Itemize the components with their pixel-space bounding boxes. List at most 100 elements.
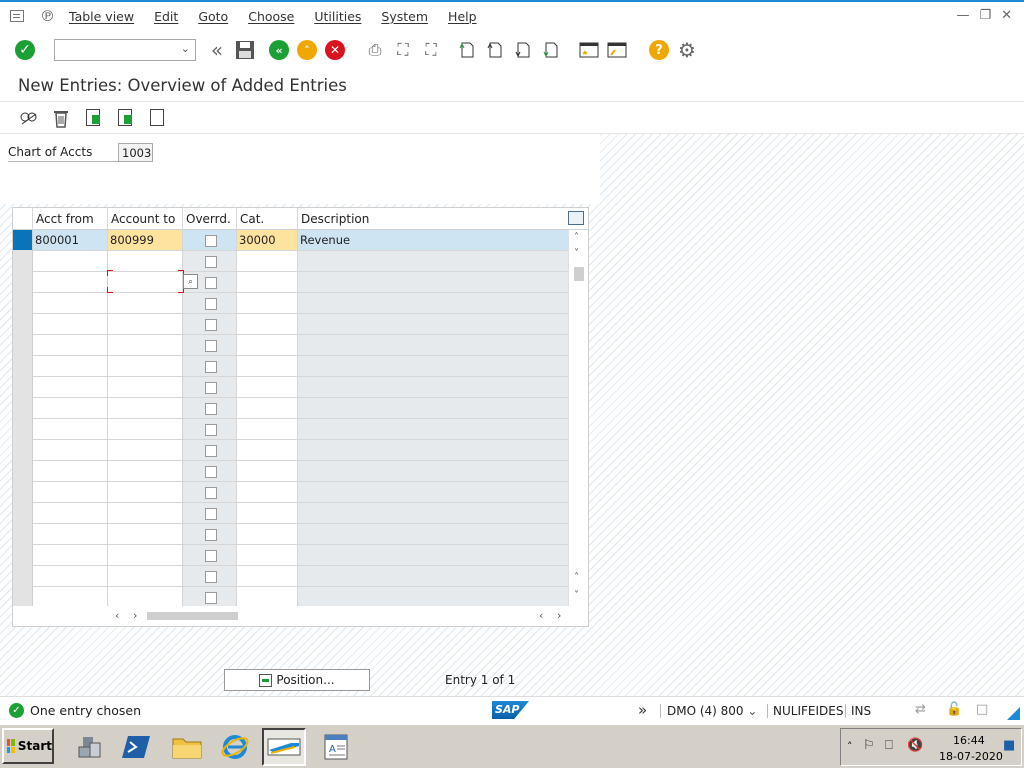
desktop-icon[interactable]: ■ <box>1003 738 1015 753</box>
cell-acct-from[interactable] <box>33 377 108 398</box>
menu-icon[interactable] <box>10 10 24 22</box>
menu-edit[interactable]: Edit <box>154 9 178 24</box>
cell-cat[interactable] <box>237 314 298 335</box>
taskbar-server-manager[interactable] <box>67 728 111 766</box>
cell-acct-from[interactable] <box>33 293 108 314</box>
previous-page-icon[interactable] <box>484 39 506 61</box>
row-selector[interactable] <box>13 251 33 272</box>
taskbar-internet-explorer[interactable] <box>213 728 257 766</box>
row-selector[interactable] <box>13 545 33 566</box>
taskbar-wordpad[interactable]: A <box>314 728 358 766</box>
position-button[interactable]: Position... <box>224 669 370 691</box>
column-header-overrd[interactable]: Overrd. <box>183 208 237 230</box>
cell-cat[interactable] <box>237 566 298 587</box>
cell-acct-from[interactable] <box>33 482 108 503</box>
cell-account-to[interactable] <box>108 482 183 503</box>
cell-account-to[interactable] <box>108 503 183 524</box>
select-block-icon[interactable] <box>114 107 136 129</box>
expand-status-icon[interactable]: » <box>638 701 647 719</box>
menu-help[interactable]: Help <box>448 9 477 24</box>
cell-cat[interactable] <box>237 398 298 419</box>
cell-account-to[interactable] <box>108 524 183 545</box>
cell-acct-from[interactable] <box>33 461 108 482</box>
cell-cat[interactable] <box>237 524 298 545</box>
overrd-checkbox[interactable] <box>205 256 217 268</box>
overrd-checkbox[interactable] <box>205 529 217 541</box>
row-selector[interactable] <box>13 461 33 482</box>
cell-acct-from[interactable] <box>33 272 108 293</box>
row-selector-header[interactable] <box>13 208 33 230</box>
cell-acct-from[interactable] <box>33 335 108 356</box>
overrd-checkbox[interactable] <box>205 466 217 478</box>
scroll-right-icon[interactable]: › <box>133 609 137 622</box>
cell-account-to[interactable] <box>108 566 183 587</box>
scroll-left-icon[interactable]: ‹ <box>115 609 119 622</box>
scroll-up-icon[interactable]: ˄ <box>574 232 579 243</box>
cell-acct-from[interactable] <box>33 524 108 545</box>
table-settings-icon[interactable] <box>568 211 584 225</box>
row-selector[interactable] <box>13 398 33 419</box>
print-icon[interactable]: ⎙ <box>364 39 386 61</box>
menu-goto[interactable]: Goto <box>198 9 228 24</box>
menu-choose[interactable]: Choose <box>248 9 294 24</box>
cell-account-to[interactable] <box>108 440 183 461</box>
cell-cat[interactable] <box>237 545 298 566</box>
overrd-checkbox[interactable] <box>205 508 217 520</box>
row-selector[interactable] <box>13 335 33 356</box>
volume-muted-icon[interactable]: 🔇 <box>907 738 923 753</box>
value-help-icon[interactable]: ⌕ <box>183 274 198 289</box>
overrd-checkbox[interactable] <box>205 340 217 352</box>
lock-icon[interactable]: 🔓 <box>946 702 962 717</box>
cell-account-to[interactable] <box>108 398 183 419</box>
show-hidden-icons-icon[interactable]: ˄ <box>847 740 853 753</box>
cell-cat[interactable] <box>237 440 298 461</box>
cell-cat[interactable]: 30000 <box>237 230 298 251</box>
system-info[interactable]: DMO (4) 800 ⌄ <box>660 704 757 718</box>
row-selector[interactable] <box>13 482 33 503</box>
deselect-all-icon[interactable] <box>146 107 168 129</box>
save-button[interactable] <box>234 39 256 61</box>
column-header-description[interactable]: Description <box>298 208 568 230</box>
cell-account-to[interactable] <box>108 251 183 272</box>
clock-date[interactable]: 18-07-2020 <box>939 750 1003 763</box>
overrd-checkbox[interactable] <box>205 571 217 583</box>
cell-acct-from[interactable] <box>33 398 108 419</box>
cell-cat[interactable] <box>237 482 298 503</box>
cell-cat[interactable] <box>237 587 298 608</box>
overrd-checkbox[interactable] <box>205 277 217 289</box>
cell-account-to[interactable] <box>108 377 183 398</box>
row-selector-selected[interactable] <box>13 230 32 250</box>
cell-acct-from[interactable] <box>33 440 108 461</box>
vertical-scrollbar[interactable]: ˄ ˅ ˄ ˅ <box>568 230 588 606</box>
enter-button[interactable]: ✓ <box>14 39 36 61</box>
cell-cat[interactable] <box>237 503 298 524</box>
cell-account-to[interactable] <box>108 545 183 566</box>
exit-button[interactable]: ˄ <box>296 39 318 61</box>
cell-cat[interactable] <box>237 335 298 356</box>
cell-acct-from[interactable] <box>33 251 108 272</box>
delete-icon[interactable] <box>50 107 72 129</box>
status-message[interactable]: One entry chosen <box>30 703 141 718</box>
overrd-checkbox[interactable] <box>205 361 217 373</box>
action-center-flag-icon[interactable]: ⚐ <box>863 738 875 753</box>
scroll-page-down-icon[interactable]: ˅ <box>574 590 579 601</box>
overrd-checkbox[interactable] <box>205 382 217 394</box>
shortcut-icon[interactable] <box>606 39 628 61</box>
cell-acct-from[interactable] <box>33 419 108 440</box>
cell-account-to[interactable]: 800999 <box>108 230 183 251</box>
row-selector[interactable] <box>13 419 33 440</box>
resize-grip-icon[interactable] <box>1007 707 1020 720</box>
find-next-icon[interactable]: ⛶ <box>420 39 442 61</box>
taskbar-file-explorer[interactable] <box>165 728 209 766</box>
cell-cat[interactable] <box>237 377 298 398</box>
cell-cat[interactable] <box>237 293 298 314</box>
back-button[interactable]: « <box>268 39 290 61</box>
collapse-icon[interactable]: « <box>206 38 228 62</box>
scroll-page-up-icon[interactable]: ˄ <box>574 572 579 583</box>
insert-mode[interactable]: INS <box>845 704 871 718</box>
cell-acct-from[interactable] <box>33 545 108 566</box>
focused-input-cell[interactable] <box>107 270 184 293</box>
last-page-icon[interactable] <box>540 39 562 61</box>
column-header-acct-from[interactable]: Acct from <box>33 208 108 230</box>
overrd-checkbox[interactable] <box>205 445 217 457</box>
